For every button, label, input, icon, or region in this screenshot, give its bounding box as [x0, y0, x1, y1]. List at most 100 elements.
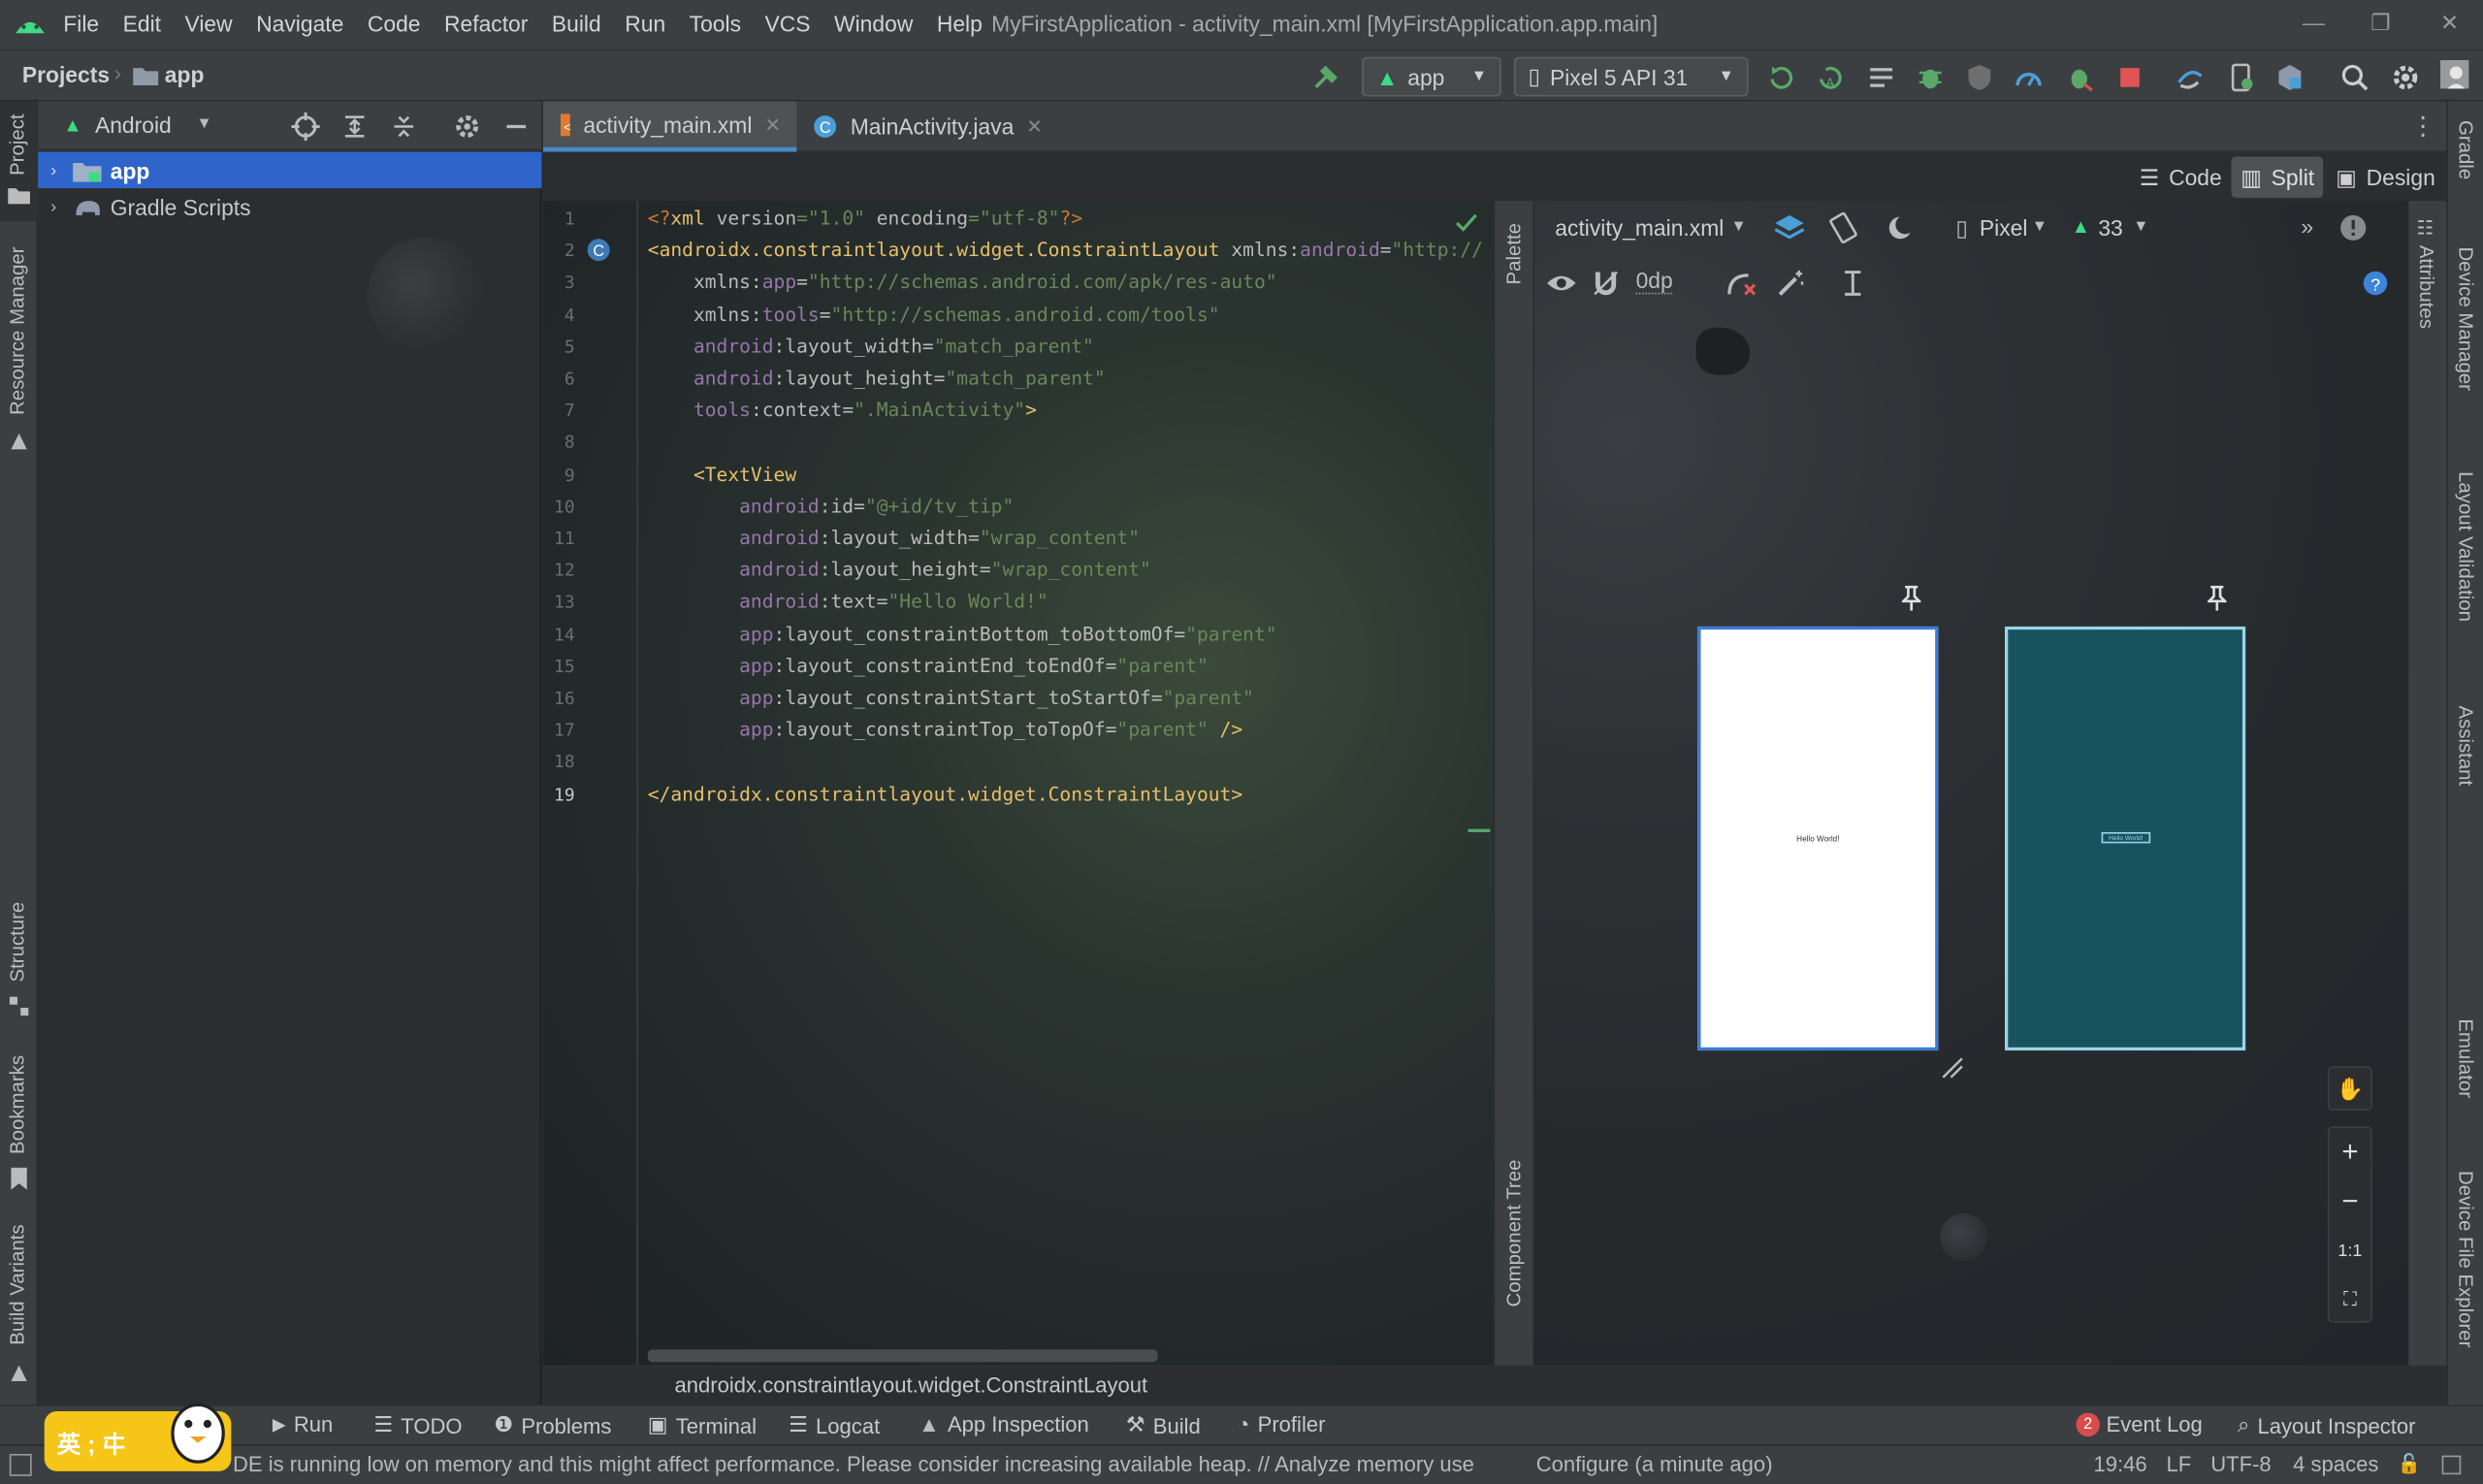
- stop-icon[interactable]: [2115, 63, 2144, 91]
- tool-device-manager[interactable]: Device Manager: [2455, 246, 2477, 390]
- pin-icon[interactable]: [2207, 585, 2227, 611]
- chevron-down-icon[interactable]: ▼: [2032, 218, 2048, 236]
- code-line[interactable]: <?xml version="1.0" encoding="utf-8"?>: [648, 208, 1082, 230]
- code-line[interactable]: tools:context=".MainActivity">: [648, 399, 1037, 421]
- settings-gear-icon[interactable]: [2391, 63, 2419, 91]
- class-gutter-icon[interactable]: C: [586, 238, 611, 263]
- run-list-icon[interactable]: [1867, 63, 1895, 91]
- tool-run[interactable]: ▶ Run: [273, 1413, 333, 1436]
- user-avatar-icon[interactable]: [2439, 59, 2469, 89]
- warning-issues-icon[interactable]: [2338, 213, 2367, 242]
- component-tree-tab[interactable]: Component Tree: [1502, 1160, 1525, 1307]
- tree-item-gradle-scripts[interactable]: › Gradle Scripts: [38, 188, 541, 225]
- lock-icon[interactable]: 🔓: [2398, 1452, 2421, 1474]
- profiler-gauge-icon[interactable]: [2015, 63, 2043, 91]
- chevron-right-icon[interactable]: ›: [50, 197, 56, 216]
- tree-item-app[interactable]: › app: [38, 151, 542, 189]
- debug-bug-icon[interactable]: [1917, 63, 1945, 91]
- tool-problems[interactable]: ❶ Problems: [494, 1413, 611, 1438]
- help-icon[interactable]: ?: [2363, 271, 2388, 296]
- tool-project[interactable]: Project: [7, 113, 29, 175]
- code-line[interactable]: android:id="@+id/tv_tip": [648, 495, 1014, 517]
- tool-gradle[interactable]: Gradle: [2455, 120, 2477, 179]
- menu-vcs[interactable]: VCS: [765, 11, 811, 36]
- menu-run[interactable]: Run: [625, 11, 665, 36]
- chevron-right-icon[interactable]: ›: [50, 161, 56, 180]
- zoom-actual-size-button[interactable]: 1:1: [2330, 1226, 2370, 1275]
- sdk-manager-icon[interactable]: [2275, 63, 2304, 91]
- code-line[interactable]: xmlns:tools="http://schemas.android.com/…: [648, 304, 1220, 326]
- tool-app-inspection[interactable]: ▲ App Inspection: [919, 1413, 1089, 1436]
- tab-mainactivity-java[interactable]: C MainActivity.java ✕: [796, 101, 1066, 151]
- tool-terminal[interactable]: ▣ Terminal: [648, 1413, 757, 1438]
- view-mode-label[interactable]: Android: [95, 113, 172, 138]
- gear-icon[interactable]: [453, 113, 481, 141]
- tool-build-variants[interactable]: Build Variants: [7, 1224, 29, 1344]
- tool-structure[interactable]: Structure: [7, 902, 29, 983]
- coverage-shield-icon[interactable]: [1965, 63, 1993, 91]
- code-line[interactable]: app:layout_constraintEnd_toEndOf="parent…: [648, 655, 1209, 677]
- tab-activity-main-xml[interactable]: </> activity_main.xml ✕: [543, 101, 797, 152]
- code-line[interactable]: android:text="Hello World!": [648, 591, 1048, 613]
- line-separator[interactable]: LF: [2167, 1452, 2192, 1475]
- orientation-rotate-icon[interactable]: [1829, 211, 1861, 244]
- night-mode-icon[interactable]: [1886, 212, 1921, 244]
- view-options-eye-icon[interactable]: [1546, 269, 1578, 297]
- code-line[interactable]: android:layout_height="match_parent": [648, 367, 1106, 389]
- attach-debugger-icon[interactable]: [2065, 63, 2093, 92]
- code-editor[interactable]: 1 2 3 4 5 6 7 8 9 10 11 12 13 14 15 16 17 18 19 C <?xml ve…: [543, 201, 1494, 1366]
- tool-event-log[interactable]: 2 Event Log: [2076, 1412, 2203, 1437]
- zoom-in-button[interactable]: +: [2330, 1128, 2370, 1178]
- tool-todo[interactable]: ☰ TODO: [373, 1413, 462, 1438]
- clear-constraints-icon[interactable]: [1726, 269, 1758, 297]
- palette-tab[interactable]: Palette: [1502, 223, 1525, 284]
- api-level-dropdown[interactable]: 33: [2098, 215, 2122, 241]
- cursor-position[interactable]: 19:46: [2093, 1452, 2146, 1475]
- pin-icon[interactable]: [1901, 585, 1921, 611]
- tool-layout-inspector[interactable]: ⌕ Layout Inspector: [2238, 1413, 2416, 1438]
- file-encoding[interactable]: UTF-8: [2210, 1452, 2271, 1475]
- resize-handle-icon[interactable]: [1940, 1055, 1965, 1081]
- code-line[interactable]: <androidx.constraintlayout.widget.Constr…: [648, 240, 1483, 262]
- menu-navigate[interactable]: Navigate: [256, 11, 343, 36]
- tool-profiler[interactable]: ◔ Profiler: [1237, 1413, 1325, 1436]
- minimize-icon[interactable]: —: [2303, 10, 2325, 35]
- code-line[interactable]: app:layout_constraintTop_toTopOf="parent…: [648, 719, 1242, 741]
- zoom-to-fit-button[interactable]: ⛶: [2330, 1275, 2370, 1325]
- autoconnect-magnet-icon[interactable]: [1592, 269, 1620, 297]
- hammer-build-icon[interactable]: [1311, 63, 1339, 91]
- tool-resource-manager[interactable]: Resource Manager: [7, 246, 29, 414]
- menu-refactor[interactable]: Refactor: [444, 11, 528, 36]
- device-dropdown[interactable]: Pixel: [1980, 215, 2028, 241]
- code-line[interactable]: android:layout_height="wrap_content": [648, 559, 1151, 581]
- blueprint-preview-screen[interactable]: Hello World!: [2004, 626, 2246, 1051]
- design-mode-button[interactable]: ▣ Design: [2336, 158, 2435, 196]
- chevron-down-icon[interactable]: ▼: [2133, 218, 2148, 236]
- tool-bookmarks[interactable]: Bookmarks: [7, 1055, 29, 1154]
- menu-edit[interactable]: Edit: [123, 11, 161, 36]
- minimize-panel-icon[interactable]: [502, 113, 531, 141]
- breadcrumb-constraintlayout[interactable]: androidx.constraintlayout.widget.Constra…: [675, 1373, 1148, 1397]
- preview-hello-text[interactable]: Hello World!: [1701, 835, 1936, 845]
- status-message[interactable]: DE is running low on memory and this mig…: [233, 1452, 1515, 1475]
- tool-assistant[interactable]: Assistant: [2455, 705, 2477, 786]
- code-line[interactable]: xmlns:app="http://schemas.android.com/ap…: [648, 272, 1277, 294]
- tool-emulator[interactable]: Emulator: [2455, 1018, 2477, 1098]
- horizontal-scrollbar[interactable]: [647, 1349, 1158, 1363]
- memory-indicator-icon[interactable]: [2441, 1455, 2462, 1475]
- menu-build[interactable]: Build: [552, 11, 601, 36]
- sync-gradle-icon[interactable]: [2176, 63, 2204, 91]
- collapse-all-icon[interactable]: [390, 113, 418, 141]
- blueprint-textview[interactable]: Hello World!: [2101, 831, 2151, 844]
- close-tab-icon[interactable]: ✕: [764, 113, 780, 136]
- device-manager-icon[interactable]: [2227, 63, 2255, 92]
- close-icon[interactable]: ✕: [2440, 10, 2459, 37]
- run-config-dropdown[interactable]: ▲ app ▼: [1362, 56, 1501, 97]
- default-margin-input[interactable]: 0dp: [1635, 268, 1673, 295]
- menu-window[interactable]: Window: [834, 11, 913, 36]
- tool-logcat[interactable]: ☰ Logcat: [789, 1413, 880, 1438]
- menu-file[interactable]: File: [63, 11, 99, 36]
- code-line[interactable]: <TextView: [648, 463, 796, 485]
- menu-tools[interactable]: Tools: [690, 11, 741, 36]
- tool-layout-validation[interactable]: Layout Validation: [2455, 471, 2477, 622]
